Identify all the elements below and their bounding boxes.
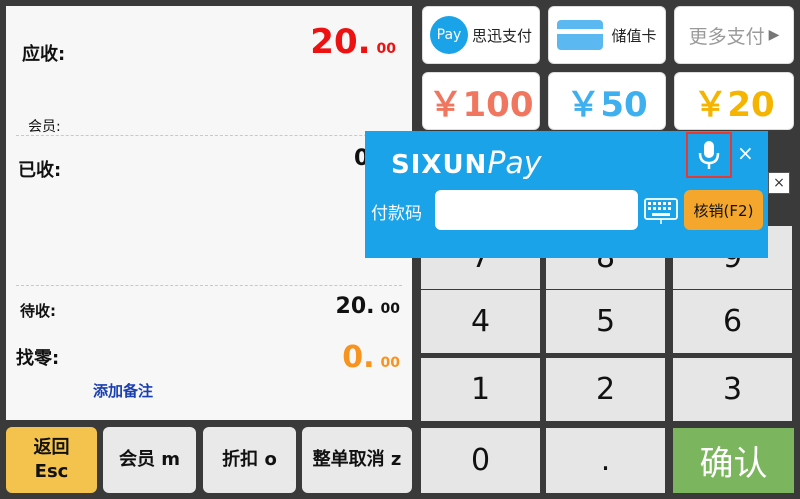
microphone-button[interactable]: [686, 132, 732, 178]
cash-100-button[interactable]: ￥100: [422, 72, 540, 130]
payment-code-label: 付款码: [371, 204, 422, 224]
key-dot[interactable]: .: [546, 428, 665, 493]
pending-amount-int: 20.: [335, 294, 375, 319]
dialog-close-icon[interactable]: ×: [768, 172, 790, 194]
sixun-pay-button[interactable]: Pay 思迅支付: [422, 6, 540, 64]
member-label: 会员:: [28, 119, 61, 135]
member-button[interactable]: 会员 m: [103, 427, 196, 493]
sixunpay-logo: SIXUNPay: [391, 146, 542, 181]
divider: [16, 285, 402, 286]
stored-value-card-label: 储值卡: [611, 26, 657, 45]
key-6[interactable]: 6: [673, 290, 792, 353]
payment-summary-panel: 应收: 20. 00 会员: 已收: 0 待收: 20. 00 找零: 0. 00 添…: [6, 6, 412, 420]
change-amount: 0. 00: [342, 340, 400, 375]
key-0[interactable]: 0: [421, 428, 540, 493]
pending-label: 待收:: [20, 302, 56, 320]
pending-amount-dec: 00: [380, 301, 400, 317]
confirm-button[interactable]: 确认: [673, 428, 794, 493]
received-label: 已收:: [18, 160, 62, 181]
more-payment-button[interactable]: 更多支付 ▶: [674, 6, 794, 64]
divider: [16, 135, 402, 136]
back-button-shortcut: Esc: [34, 461, 69, 482]
key-4[interactable]: 4: [421, 290, 540, 353]
keyboard-icon[interactable]: [644, 193, 678, 227]
back-button-label: 返回: [33, 437, 70, 458]
sixun-pay-label: 思迅支付: [471, 26, 532, 45]
chevron-right-icon: ▶: [768, 27, 780, 43]
cancel-order-button[interactable]: 整单取消 z: [302, 427, 412, 493]
key-3[interactable]: 3: [673, 358, 792, 421]
receivable-amount-int: 20.: [310, 22, 371, 62]
change-amount-int: 0.: [342, 340, 375, 375]
discount-button[interactable]: 折扣 o: [203, 427, 296, 493]
sixunpay-logo-pay: Pay: [487, 146, 542, 181]
verify-button[interactable]: 核销(F2): [684, 190, 763, 230]
key-5[interactable]: 5: [546, 290, 665, 353]
payment-code-input[interactable]: [435, 190, 638, 230]
change-label: 找零:: [16, 348, 60, 369]
cash-20-button[interactable]: ￥20: [674, 72, 794, 130]
sixunpay-logo-text: SIXUN: [391, 150, 488, 180]
more-payment-label: 更多支付: [688, 25, 765, 48]
close-icon[interactable]: ×: [737, 141, 754, 165]
receivable-label: 应收:: [22, 44, 66, 65]
receivable-amount-dec: 00: [376, 41, 396, 57]
back-button[interactable]: 返回 Esc: [6, 427, 97, 493]
card-icon: [557, 20, 604, 50]
cash-50-button[interactable]: ￥50: [548, 72, 666, 130]
stored-value-card-button[interactable]: 储值卡: [548, 6, 666, 64]
pending-amount: 20. 00: [336, 294, 400, 319]
receivable-amount: 20. 00: [310, 22, 396, 62]
add-note-link[interactable]: 添加备注: [93, 380, 153, 401]
microphone-icon: [698, 141, 720, 169]
key-2[interactable]: 2: [546, 358, 665, 421]
sixun-pay-icon: Pay: [429, 16, 468, 54]
key-1[interactable]: 1: [421, 358, 540, 421]
change-amount-dec: 00: [380, 355, 400, 371]
sixunpay-dialog: SIXUNPay × 付款码 核销(F2): [365, 131, 768, 258]
